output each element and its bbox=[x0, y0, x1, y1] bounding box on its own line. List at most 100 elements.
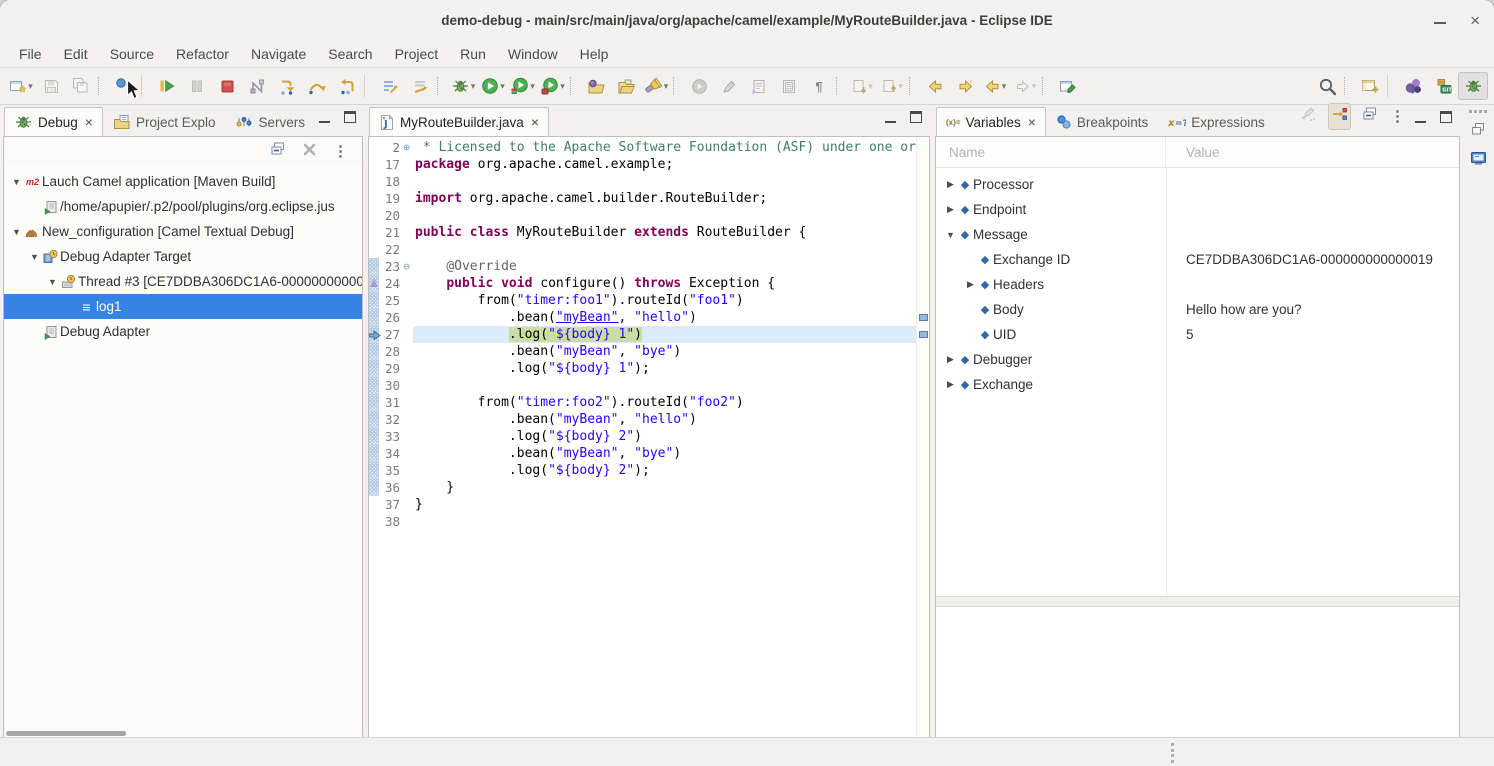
dropdown-arrow-icon[interactable]: ▾ bbox=[898, 81, 903, 92]
console-view-button[interactable] bbox=[1470, 150, 1487, 171]
code-line-33[interactable]: 33 .log("${body} 2") bbox=[369, 428, 916, 445]
code-line-36[interactable]: 36 } bbox=[369, 479, 916, 496]
next-edit-location-button[interactable] bbox=[950, 72, 980, 100]
detail-pane-sash[interactable] bbox=[936, 596, 1459, 607]
dropdown-arrow-icon[interactable]: ▾ bbox=[471, 81, 476, 92]
dropdown-arrow-icon[interactable]: ▾ bbox=[530, 81, 535, 92]
menu-edit[interactable]: Edit bbox=[53, 43, 99, 65]
back-history-button[interactable]: ▾ bbox=[980, 72, 1010, 100]
minimize-view-button[interactable] bbox=[1415, 110, 1426, 128]
open-task-button[interactable] bbox=[581, 72, 611, 100]
open-search-dialog-button[interactable]: ▾ bbox=[641, 72, 671, 100]
debug-tree-item-log1[interactable]: ≡log1 bbox=[4, 294, 362, 319]
line-number[interactable]: 30 bbox=[379, 377, 400, 394]
line-number[interactable]: 35 bbox=[379, 462, 400, 479]
close-tab-icon[interactable]: × bbox=[531, 114, 539, 130]
menu-project[interactable]: Project bbox=[384, 43, 450, 65]
use-step-filters-button[interactable] bbox=[405, 72, 435, 100]
line-number[interactable]: 27 bbox=[379, 326, 400, 343]
maximize-view-button[interactable] bbox=[910, 110, 922, 128]
new-wizard-button[interactable]: ▾ bbox=[6, 72, 36, 100]
expander-icon[interactable]: ▶ bbox=[944, 179, 957, 190]
last-edit-location-button[interactable] bbox=[920, 72, 950, 100]
line-number[interactable]: 26 bbox=[379, 309, 400, 326]
menu-help[interactable]: Help bbox=[569, 43, 620, 65]
code-line-18[interactable]: 18 bbox=[369, 173, 916, 190]
line-number[interactable]: 23 bbox=[379, 258, 400, 275]
menu-file[interactable]: File bbox=[8, 43, 53, 65]
line-number[interactable]: 19 bbox=[379, 190, 400, 207]
code-line-2[interactable]: 2⊕ * Licensed to the Apache Software Fou… bbox=[369, 139, 916, 156]
variable-row-processor[interactable]: ▶◆Processor bbox=[936, 172, 1459, 197]
maximize-view-button[interactable] bbox=[1440, 110, 1452, 128]
menu-source[interactable]: Source bbox=[99, 43, 165, 65]
line-number[interactable]: 32 bbox=[379, 411, 400, 428]
external-tools-button[interactable]: ▾ bbox=[538, 72, 568, 100]
variable-row-exchange-id[interactable]: ◆Exchange IDCE7DDBA306DC1A6-000000000000… bbox=[936, 247, 1459, 272]
fold-toggle-icon[interactable]: ⊖ bbox=[400, 258, 413, 275]
open-resource-button[interactable] bbox=[611, 72, 641, 100]
minimize-view-button[interactable] bbox=[885, 110, 896, 128]
minimize-window-button[interactable] bbox=[1434, 11, 1446, 29]
dropdown-arrow-icon[interactable]: ▾ bbox=[560, 81, 565, 92]
hovered-button-button[interactable] bbox=[109, 72, 139, 100]
terminate-button[interactable] bbox=[212, 72, 242, 100]
code-line-23[interactable]: 23⊖ @Override bbox=[369, 258, 916, 275]
code-editor[interactable]: 2⊕ * Licensed to the Apache Software Fou… bbox=[369, 137, 929, 737]
view-menu-button[interactable]: ⋮ bbox=[1390, 107, 1405, 126]
debug-tree-item-lauch-camel-application-maven-bu[interactable]: ▼m2Lauch Camel application [Maven Build] bbox=[4, 169, 362, 194]
line-number[interactable]: 17 bbox=[379, 156, 400, 173]
search-button[interactable] bbox=[1312, 72, 1342, 100]
expander-icon[interactable]: ▶ bbox=[944, 354, 957, 365]
expander-icon[interactable]: ▼ bbox=[944, 230, 957, 240]
line-number[interactable]: 31 bbox=[379, 394, 400, 411]
code-line-21[interactable]: 21public class MyRouteBuilder extends Ro… bbox=[369, 224, 916, 241]
dropdown-arrow-icon[interactable]: ▾ bbox=[28, 81, 33, 92]
variable-detail-pane[interactable] bbox=[936, 607, 1459, 737]
variable-row-exchange[interactable]: ▶◆Exchange bbox=[936, 372, 1459, 397]
view-menu-button[interactable]: ⋮ bbox=[333, 142, 348, 161]
menu-window[interactable]: Window bbox=[497, 43, 569, 65]
line-number[interactable]: 25 bbox=[379, 292, 400, 309]
name-column-header[interactable]: Name bbox=[936, 137, 1166, 167]
step-into-button[interactable] bbox=[272, 72, 302, 100]
step-over-button[interactable] bbox=[302, 72, 332, 100]
code-line-19[interactable]: 19import org.apache.camel.builder.RouteB… bbox=[369, 190, 916, 207]
line-number[interactable]: 28 bbox=[379, 343, 400, 360]
dropdown-arrow-icon[interactable]: ▾ bbox=[500, 81, 505, 92]
minimize-view-button[interactable] bbox=[319, 110, 330, 128]
line-number[interactable]: 37 bbox=[379, 496, 400, 513]
dropdown-arrow-icon[interactable]: ▾ bbox=[1032, 81, 1037, 92]
variable-row-endpoint[interactable]: ▶◆Endpoint bbox=[936, 197, 1459, 222]
code-line-30[interactable]: 30 bbox=[369, 377, 916, 394]
dropdown-arrow-icon[interactable]: ▾ bbox=[664, 81, 669, 92]
value-column-header[interactable]: Value bbox=[1166, 145, 1459, 160]
code-line-25[interactable]: 25 from("timer:foo1").routeId("foo1") bbox=[369, 292, 916, 309]
left-tab-project-explo[interactable]: Project Explo bbox=[103, 107, 226, 136]
right-tab-expressions[interactable]: x=?Expressions bbox=[1158, 107, 1275, 136]
line-number[interactable]: 20 bbox=[379, 207, 400, 224]
overview-ruler[interactable] bbox=[916, 137, 929, 737]
debug-perspective-button[interactable] bbox=[1458, 72, 1488, 100]
debug-tree-item-home-apupier-p2-pool-plugins-org[interactable]: /home/apupier/.p2/pool/plugins/org.eclip… bbox=[4, 194, 362, 219]
line-number[interactable]: 22 bbox=[379, 241, 400, 258]
code-line-28[interactable]: 28 .bean("myBean", "bye") bbox=[369, 343, 916, 360]
right-tab-variables[interactable]: (x)=Variables× bbox=[936, 107, 1046, 136]
resume-button[interactable] bbox=[152, 72, 182, 100]
line-number[interactable]: 18 bbox=[379, 173, 400, 190]
open-perspective-button[interactable] bbox=[1355, 72, 1385, 100]
code-line-31[interactable]: 31 from("timer:foo2").routeId("foo2") bbox=[369, 394, 916, 411]
code-line-29[interactable]: 29 .log("${body} 1"); bbox=[369, 360, 916, 377]
occurrence-marker-icon[interactable] bbox=[919, 331, 928, 338]
code-line-20[interactable]: 20 bbox=[369, 207, 916, 224]
code-line-35[interactable]: 35 .log("${body} 2"); bbox=[369, 462, 916, 479]
line-number[interactable]: 21 bbox=[379, 224, 400, 241]
line-number[interactable]: 33 bbox=[379, 428, 400, 445]
menu-refactor[interactable]: Refactor bbox=[165, 43, 240, 65]
debug-tree-item-new-configuration-camel-textual-[interactable]: ▼New_configuration [Camel Textual Debug] bbox=[4, 219, 362, 244]
run-button[interactable]: ▾ bbox=[478, 72, 508, 100]
menu-navigate[interactable]: Navigate bbox=[240, 43, 317, 65]
expander-icon[interactable]: ▶ bbox=[944, 204, 957, 215]
variable-row-message[interactable]: ▼◆Message bbox=[936, 222, 1459, 247]
code-line-22[interactable]: 22 bbox=[369, 241, 916, 258]
